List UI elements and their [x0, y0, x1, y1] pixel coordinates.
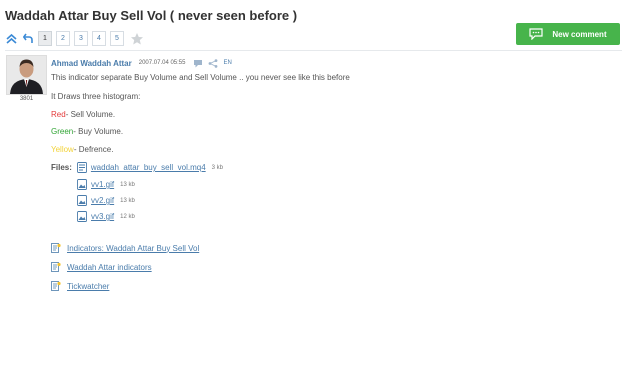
file-size: 3 kb	[211, 164, 223, 171]
green-word: Green	[51, 127, 74, 136]
article-icon	[51, 243, 61, 253]
file-size: 13 kb	[120, 197, 135, 204]
file-link[interactable]: waddah_attar_buy_sell_vol.mq4	[91, 163, 206, 172]
pagination: 1 2 3 4 5	[4, 31, 144, 46]
divider	[5, 50, 622, 51]
mq4-file-icon	[76, 162, 87, 173]
post-header: Ahmad Waddah Attar 2007.07.04 05:55 EN	[51, 57, 611, 69]
red-word: Red	[51, 110, 66, 119]
new-comment-button[interactable]: New comment	[516, 23, 620, 45]
post-draws: It Draws three histogram:	[51, 92, 141, 101]
share-icon[interactable]	[208, 58, 218, 68]
post-intro: This indicator separate Buy Volume and S…	[51, 73, 350, 82]
post: Ahmad Waddah Attar 2007.07.04 05:55 EN T…	[51, 57, 611, 222]
article-icon	[51, 262, 61, 272]
file-size: 13 kb	[120, 181, 135, 188]
page-3[interactable]: 3	[74, 31, 88, 46]
article-icon	[51, 281, 61, 291]
yellow-line: Yellow- Defrence.	[51, 145, 113, 154]
new-comment-label: New comment	[552, 29, 607, 39]
post-date: 2007.07.04 05:55	[138, 60, 186, 66]
yellow-word: Yellow	[51, 145, 74, 154]
file-row: vv2.gif 13 kb	[77, 195, 135, 206]
comment-bubble-icon[interactable]	[193, 59, 203, 68]
avatar[interactable]	[6, 55, 47, 95]
related-link[interactable]: Waddah Attar indicators	[51, 262, 152, 272]
page-title: Waddah Attar Buy Sell Vol ( never seen b…	[5, 8, 298, 23]
page-1[interactable]: 1	[38, 31, 52, 46]
author-link[interactable]: Ahmad Waddah Attar	[51, 59, 132, 68]
star-icon[interactable]	[130, 32, 144, 46]
image-file-icon	[77, 211, 87, 222]
page-4[interactable]: 4	[92, 31, 106, 46]
related-link-text[interactable]: Tickwatcher	[67, 282, 109, 291]
file-row: vv1.gif 13 kb	[77, 179, 135, 190]
double-chevron-up-icon[interactable]	[4, 32, 18, 46]
related-link[interactable]: Tickwatcher	[51, 281, 109, 291]
yellow-text: - Defrence.	[73, 145, 114, 154]
page-5[interactable]: 5	[110, 31, 124, 46]
comment-icon	[529, 28, 543, 40]
user-rating: 3801	[19, 96, 34, 102]
file-link[interactable]: vv2.gif	[91, 196, 114, 205]
file-size: 12 kb	[120, 213, 135, 220]
image-file-icon	[77, 179, 87, 190]
files-label: Files:	[51, 163, 72, 172]
page-2[interactable]: 2	[56, 31, 70, 46]
file-link[interactable]: vv3.gif	[91, 212, 114, 221]
file-link[interactable]: vv1.gif	[91, 180, 114, 189]
related-link-text[interactable]: Indicators: Waddah Attar Buy Sell Vol	[67, 244, 199, 253]
language-link[interactable]: EN	[223, 60, 231, 66]
related-link-text[interactable]: Waddah Attar indicators	[67, 263, 152, 272]
green-line: Green- Buy Volume.	[51, 127, 123, 136]
file-row: Files: waddah_attar_buy_sell_vol.mq4 3 k…	[51, 162, 223, 173]
related-link[interactable]: Indicators: Waddah Attar Buy Sell Vol	[51, 243, 199, 253]
green-text: - Buy Volume.	[73, 127, 124, 136]
red-text: - Sell Volume.	[65, 110, 116, 119]
red-line: Red- Sell Volume.	[51, 110, 115, 119]
image-file-icon	[77, 195, 87, 206]
reply-arrow-icon[interactable]	[21, 32, 35, 46]
file-row: vv3.gif 12 kb	[77, 211, 135, 222]
